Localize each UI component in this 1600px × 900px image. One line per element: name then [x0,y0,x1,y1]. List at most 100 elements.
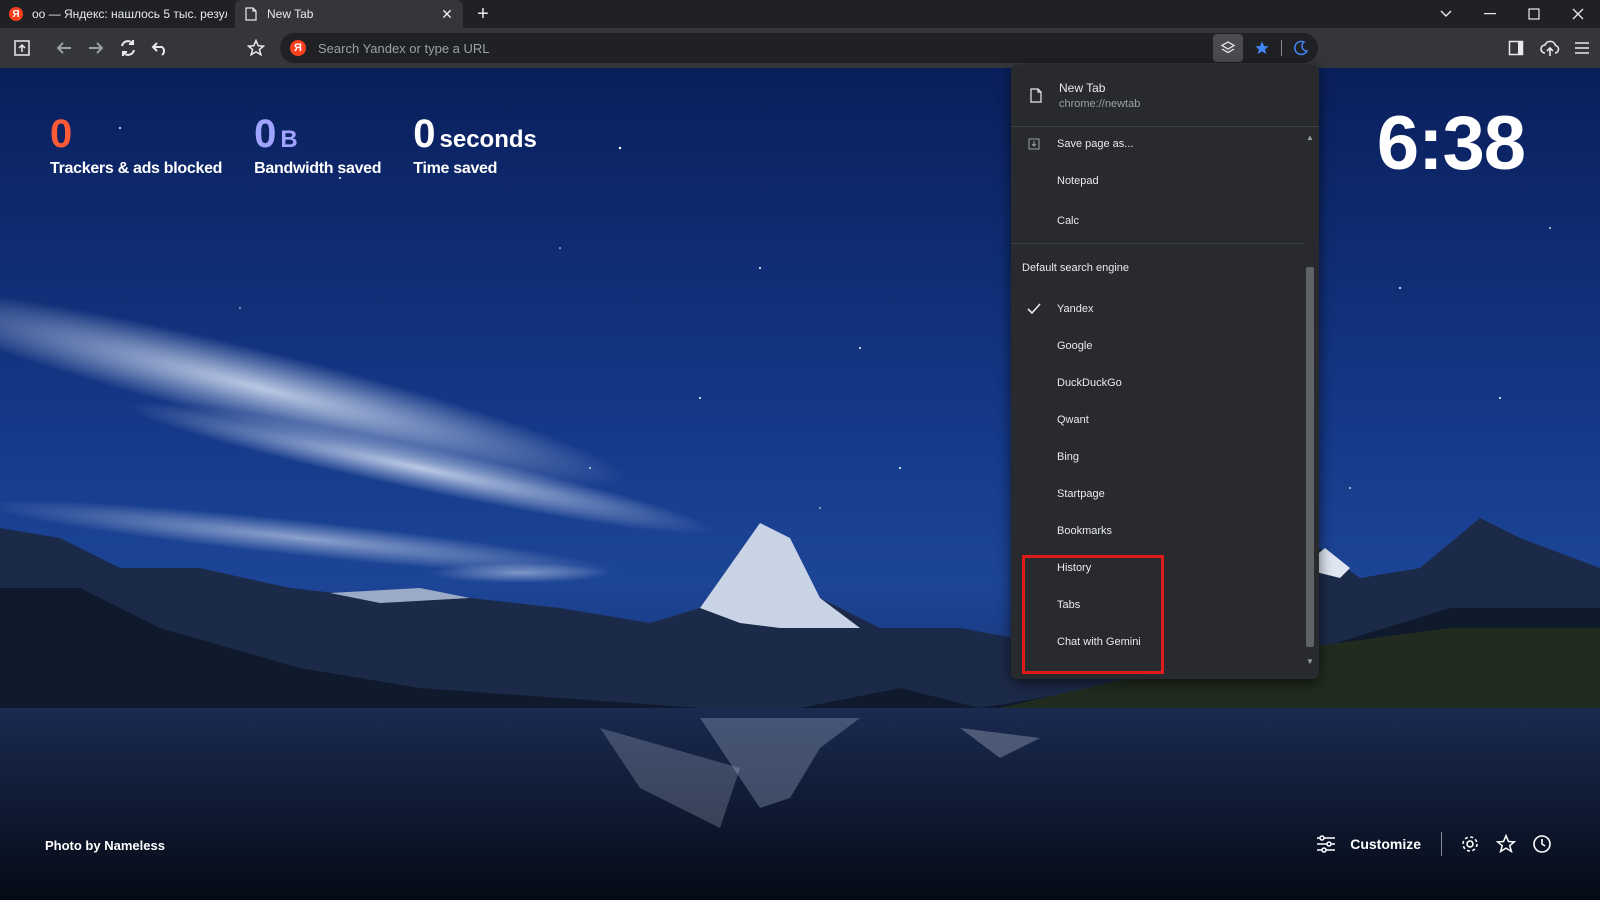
menu-item-label: DuckDuckGo [1057,376,1122,389]
check-icon [1011,302,1057,315]
history-button[interactable] [1524,830,1560,858]
minimize-button[interactable] [1468,0,1512,28]
menu-separator [1011,243,1303,244]
photo-credit[interactable]: Photo by Nameless [45,838,165,853]
menu-item-label: Startpage [1057,487,1105,500]
close-tab-button[interactable]: ✕ [439,6,455,23]
side-panel-icon [1508,40,1524,56]
menu-item-google[interactable]: Google [1011,327,1319,364]
annotation-highlight-box [1022,555,1164,674]
moon-icon [1294,40,1309,56]
menu-item-label: Yandex [1057,302,1094,315]
scrollbar-thumb[interactable] [1306,267,1314,647]
menu-item-duckduckgo[interactable]: DuckDuckGo [1011,364,1319,401]
star-filled-icon [1255,41,1269,54]
menu-item-label: Save page as... [1057,138,1134,150]
scroll-down-icon[interactable]: ▼ [1303,657,1317,669]
background-photo [0,68,1600,900]
back-button[interactable] [48,32,80,64]
cloud-upload-button[interactable] [1534,32,1566,64]
save-icon [1011,138,1057,150]
bandwidth-unit: B [280,126,298,153]
tab-search-button[interactable] [1424,0,1468,28]
forward-button[interactable] [80,32,112,64]
tab-new-tab[interactable]: New Tab ✕ [235,0,463,28]
menu-item-qwant[interactable]: Qwant [1011,401,1319,438]
upload-box-icon [14,40,30,56]
undo-icon [151,42,165,56]
hamburger-icon [1575,42,1589,54]
bandwidth-value: 0 [254,112,277,156]
yandex-icon: Я [290,40,306,56]
reload-button[interactable] [112,32,144,64]
scroll-up-icon[interactable]: ▲ [1303,133,1317,145]
address-input[interactable] [318,40,1178,56]
bookmarks-button[interactable] [1488,830,1524,858]
layers-button[interactable] [1213,34,1243,62]
arrow-right-icon [89,42,104,54]
main-menu-button[interactable] [1566,32,1598,64]
clock: 6:38 [1376,101,1526,186]
page-icon [243,6,259,22]
time-stat: 0 seconds Time saved [413,112,537,178]
menu-item-bing[interactable]: Bing [1011,438,1319,475]
time-value: 0 [413,112,436,156]
menu-item-label: Bookmarks [1057,524,1113,537]
menu-item-notepad[interactable]: Notepad [1011,161,1319,201]
cloud-upload-icon [1540,40,1560,56]
bandwidth-label: Bandwidth saved [254,160,382,177]
menu-item-yandex[interactable]: Yandex [1011,290,1319,327]
time-unit: seconds [439,126,537,153]
menu-item-bookmarks[interactable]: Bookmarks [1011,512,1319,549]
history-icon [1533,835,1551,853]
trackers-stat: 0 Trackers & ads blocked [50,112,222,178]
page-icon [1025,88,1047,103]
separator [1441,832,1442,856]
footer-controls: Customize [1308,830,1560,858]
menu-scrollbar[interactable]: ▲ ▼ [1303,133,1317,669]
stats-panel: 0 Trackers & ads blocked 0B Bandwidth sa… [50,112,569,178]
bandwidth-stat: 0B Bandwidth saved [254,112,381,178]
separator [1281,40,1282,56]
trackers-label: Trackers & ads blocked [50,160,223,177]
menu-item-label: Calc [1057,215,1080,227]
star-outline-icon [247,39,265,57]
menu-item-label: Qwant [1057,413,1089,426]
bookmark-star-button[interactable] [1247,34,1277,62]
menu-item-startpage[interactable]: Startpage [1011,475,1319,512]
dark-mode-button[interactable] [1286,34,1316,62]
new-tab-button[interactable]: + [469,0,497,28]
menu-item-save-page[interactable]: Save page as... [1011,127,1319,161]
time-label: Time saved [413,160,498,177]
menu-header-title: New Tab [1059,81,1106,95]
yandex-icon: Я [8,6,24,22]
tab-title: оо — Яндекс: нашлось 5 тыс. результатов [32,7,227,21]
maximize-button[interactable] [1512,0,1556,28]
trackers-value: 0 [50,112,73,156]
menu-item-calc[interactable]: Calc [1011,201,1319,241]
menu-item-label: Google [1057,339,1093,352]
tab-title: New Tab [267,7,314,21]
section-title: Default search engine [1022,262,1130,274]
undo-button[interactable] [144,32,176,64]
arrow-left-icon [56,42,71,54]
menu-header[interactable]: New Tab chrome://newtab [1011,65,1319,127]
layers-icon [1220,41,1236,54]
sidebar-panel-button[interactable] [6,32,38,64]
star-outline-icon [1496,834,1516,854]
customize-icon[interactable] [1308,830,1344,858]
bookmark-button[interactable] [240,32,272,64]
settings-button[interactable] [1452,830,1488,858]
gear-icon [1462,836,1478,852]
menu-item-label: Bing [1057,450,1080,463]
omnibox[interactable]: Я [280,33,1318,63]
tab-yandex[interactable]: Я оо — Яндекс: нашлось 5 тыс. результато… [0,0,235,28]
side-panel-button[interactable] [1500,32,1532,64]
reload-icon [121,40,135,56]
toolbar: Я [0,28,1600,68]
customize-button[interactable]: Customize [1350,836,1421,852]
tab-strip: Я оо — Яндекс: нашлось 5 тыс. результато… [0,0,1600,28]
menu-header-url: chrome://newtab [1059,98,1141,110]
menu-item-label: Notepad [1057,175,1099,187]
close-window-button[interactable] [1556,0,1600,28]
